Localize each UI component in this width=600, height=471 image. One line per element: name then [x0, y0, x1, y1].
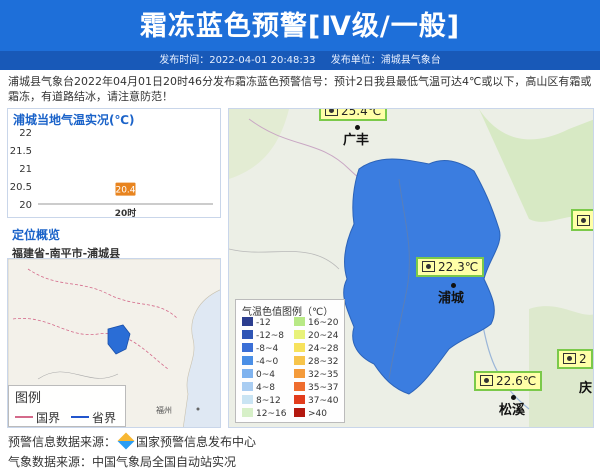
warning-title: 霜冻蓝色预警[Ⅳ级/一般] — [139, 11, 461, 42]
publisher: 发布单位：浦城县气象台 — [330, 55, 441, 66]
warning-source-link[interactable]: 国家预警信息发布中心 — [136, 435, 256, 449]
release-center-logo-icon — [117, 432, 135, 450]
x-tick-label: 20时 — [115, 207, 137, 218]
color-legend-label: 0~4 — [256, 370, 275, 380]
color-swatch — [294, 330, 305, 339]
y-tick-label: 22 — [19, 128, 32, 139]
warning-banner: 霜冻蓝色预警[Ⅳ级/一般] — [0, 0, 600, 51]
city-label-qingyuan: 庆 — [579, 381, 593, 396]
color-legend-label: 12~16 — [256, 409, 287, 419]
color-legend-label: 37~40 — [308, 396, 339, 406]
overview-minimap[interactable]: 福州 图例 国界 省界 — [7, 258, 221, 428]
color-legend-item: 37~40 — [294, 395, 338, 407]
color-legend-item: 0~4 — [242, 369, 275, 381]
color-swatch — [294, 395, 305, 404]
weather-station-icon — [563, 353, 576, 364]
temperature-chart: 22 21.5 21 20.5 20 20.4 20时 — [10, 128, 213, 218]
color-legend-label: -4~0 — [256, 357, 279, 367]
color-legend-label: 32~35 — [308, 370, 339, 380]
color-swatch — [242, 395, 253, 404]
publish-time: 发布时间：2022-04-01 20:48:33 — [159, 55, 316, 66]
color-swatch — [294, 317, 305, 326]
color-legend-item: 4~8 — [242, 382, 275, 394]
city-label-pucheng: 浦城 — [438, 291, 465, 306]
temperature-panel: 浦城当地气温实况(℃) 22 21.5 21 20.5 20 20.4 20时 — [7, 108, 221, 218]
color-legend-title: 气温色值图例（℃） — [242, 307, 334, 318]
y-tick-label: 20.5 — [10, 182, 32, 193]
minimap-legend: 图例 国界 省界 — [8, 385, 126, 427]
color-legend-item: 28~32 — [294, 356, 338, 368]
weather-station-icon — [480, 375, 493, 386]
color-legend-label: 4~8 — [256, 383, 275, 393]
legend-item-province-border: 省界 — [71, 409, 116, 426]
color-legend-label: -12~8 — [256, 331, 284, 341]
y-tick-label: 21 — [19, 164, 32, 175]
color-legend-item: 12~16 — [242, 408, 286, 420]
color-legend-label: 24~28 — [308, 344, 339, 354]
minimap-legend-title: 图例 — [15, 391, 42, 406]
temperature-label-songxi[interactable]: 22.6℃ — [474, 371, 543, 391]
temperature-color-legend: 气温色值图例（℃） -12 16~20 -12~8 20~24 -8~4 24~28 -4~… — [235, 299, 345, 423]
province-border-label: 省界 — [92, 411, 117, 425]
warning-source-line: 预警信息数据来源： 国家预警信息发布中心 — [8, 432, 256, 450]
y-tick-label: 20 — [19, 200, 32, 211]
province-border-line-icon — [71, 416, 89, 418]
color-legend-label: 35~37 — [308, 383, 339, 393]
weather-station-icon — [577, 215, 590, 226]
temperature-label-pucheng[interactable]: 22.3℃ — [416, 257, 485, 277]
color-legend-label: 28~32 — [308, 357, 339, 367]
color-legend-label: >40 — [308, 409, 327, 419]
city-label-guangfeng: 广丰 — [343, 133, 370, 148]
color-legend-item: -12~8 — [242, 330, 284, 342]
color-legend-item: -12 — [242, 317, 271, 329]
weather-source-line: 气象数据来源：中国气象局全国自动站实况 — [8, 455, 237, 469]
location-panel: 定位概览 福建省-南平市-浦城县 — [7, 224, 221, 260]
color-swatch — [242, 343, 253, 352]
color-swatch — [294, 356, 305, 365]
weather-station-icon — [422, 261, 435, 272]
color-swatch — [294, 369, 305, 378]
color-legend-item: -4~0 — [242, 356, 278, 368]
color-legend-item: >40 — [294, 408, 327, 420]
city-label-songxi: 松溪 — [499, 403, 526, 418]
color-legend-item: 24~28 — [294, 343, 338, 355]
color-swatch — [294, 408, 305, 417]
legend-item-national-border: 国界 — [15, 409, 60, 426]
color-legend-label: 20~24 — [308, 331, 339, 341]
color-swatch — [294, 343, 305, 352]
temperature-label-edge[interactable] — [571, 209, 593, 231]
weather-station-icon — [325, 109, 338, 116]
color-legend-label: -8~4 — [256, 344, 279, 354]
color-legend-item: 16~20 — [294, 317, 338, 329]
color-swatch — [242, 356, 253, 365]
color-legend-label: 8~12 — [256, 396, 281, 406]
color-swatch — [242, 408, 253, 417]
national-border-label: 国界 — [36, 411, 61, 425]
temperature-label-qingyuan[interactable]: 2 — [557, 349, 593, 369]
color-legend-item: 8~12 — [242, 395, 281, 407]
color-legend-item: 35~37 — [294, 382, 338, 394]
color-legend-item: -8~4 — [242, 343, 278, 355]
national-border-line-icon — [15, 416, 33, 418]
color-legend-item: 32~35 — [294, 369, 338, 381]
warning-notice: 浦城县气象台2022年04月01日20时46分发布霜冻蓝色预警信号：预计2日我县… — [8, 75, 592, 103]
color-swatch — [242, 382, 253, 391]
main-map[interactable]: 25.4℃ 广丰 22.3℃ 浦城 22.6℃ 松溪 2 庆 气温色值图例（℃）… — [228, 108, 594, 428]
color-swatch — [242, 369, 253, 378]
temperature-label-guangfeng[interactable]: 25.4℃ — [319, 109, 388, 121]
data-label: 20.4 — [115, 186, 135, 196]
color-legend-label: -12 — [256, 318, 271, 328]
y-tick-label: 21.5 — [10, 146, 32, 157]
color-legend-item: 20~24 — [294, 330, 338, 342]
minimap-place-label: 福州 — [156, 406, 172, 415]
location-title: 定位概览 — [12, 228, 61, 242]
warning-source-label: 预警信息数据来源： — [8, 435, 117, 449]
color-legend-label: 16~20 — [308, 318, 339, 328]
publish-info-bar: 发布时间：2022-04-01 20:48:33 发布单位：浦城县气象台 — [0, 51, 600, 70]
color-swatch — [242, 317, 253, 326]
color-swatch — [242, 330, 253, 339]
color-swatch — [294, 382, 305, 391]
